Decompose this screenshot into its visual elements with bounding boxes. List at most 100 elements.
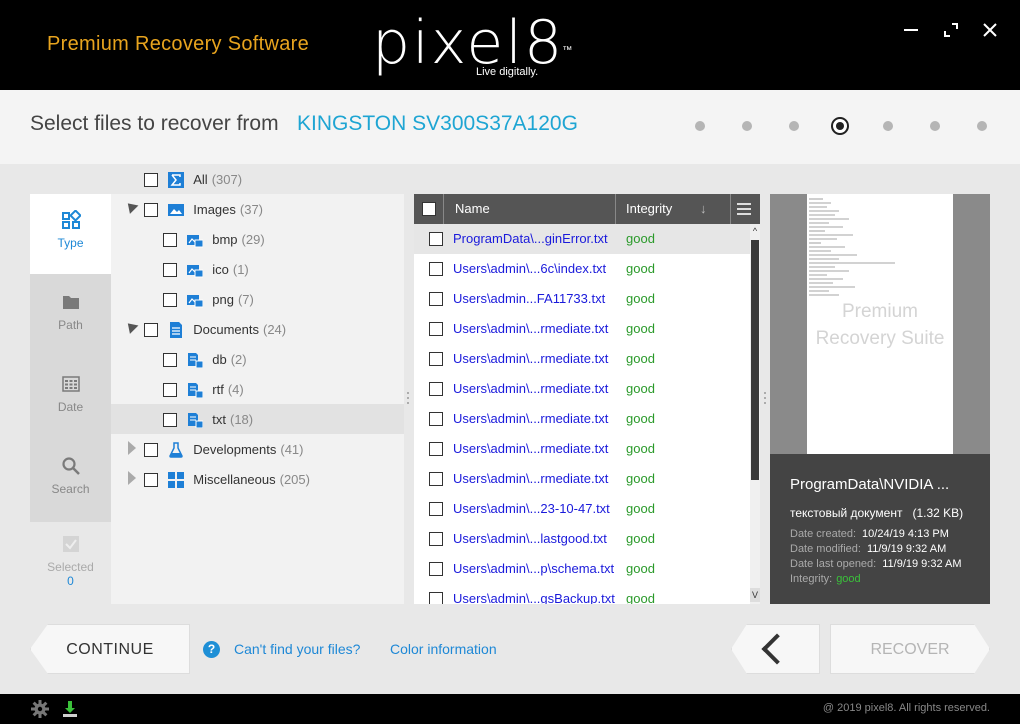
- minimize-button[interactable]: [900, 20, 922, 42]
- file-checkbox[interactable]: [429, 562, 443, 576]
- file-row[interactable]: Users\admin\...rmediate.txt good: [414, 464, 750, 494]
- step-indicator-7: [977, 121, 987, 131]
- file-checkbox[interactable]: [429, 472, 443, 486]
- checkbox-bmp[interactable]: [163, 232, 177, 247]
- tree-count: (1): [232, 261, 249, 277]
- recover-button[interactable]: RECOVER: [830, 624, 990, 674]
- file-checkbox[interactable]: [429, 502, 443, 516]
- close-button[interactable]: [979, 20, 1001, 42]
- file-row[interactable]: Users\admin\...p\schema.txt good: [414, 554, 750, 584]
- checkbox-all[interactable]: [144, 172, 158, 187]
- preview-filename: ProgramData\NVIDIA ...: [790, 476, 950, 493]
- tree-label: txt: [212, 411, 226, 427]
- tree-item-db[interactable]: db (2): [163, 344, 247, 374]
- expand-misc-toggle[interactable]: [128, 471, 136, 485]
- scroll-up-button[interactable]: ^: [750, 224, 760, 238]
- checkbox-db[interactable]: [163, 352, 177, 367]
- meta-label: Date modified:: [790, 543, 861, 555]
- checkbox-rtf[interactable]: [163, 382, 177, 397]
- file-checkbox[interactable]: [429, 532, 443, 546]
- file-name[interactable]: Users\admin\...rmediate.txt: [453, 374, 608, 404]
- file-row[interactable]: ProgramData\...ginError.txt good: [414, 224, 750, 254]
- file-name[interactable]: Users\admin\...rmediate.txt: [453, 404, 608, 434]
- gear-icon[interactable]: [31, 700, 49, 718]
- file-name[interactable]: Users\admin\...23-10-47.txt: [453, 494, 610, 524]
- checkbox-png[interactable]: [163, 292, 177, 307]
- column-header-integrity[interactable]: Integrity: [626, 194, 672, 224]
- tree-item-miscellaneous[interactable]: Miscellaneous (205): [144, 464, 310, 494]
- file-row[interactable]: Users\admin\...gsBackup.txt good: [414, 584, 750, 604]
- maximize-button[interactable]: [940, 20, 962, 42]
- file-checkbox[interactable]: [429, 382, 443, 396]
- checkbox-miscellaneous[interactable]: [144, 472, 158, 487]
- file-checkbox[interactable]: [429, 442, 443, 456]
- checkbox-ico[interactable]: [163, 262, 177, 277]
- nav-date[interactable]: Date: [30, 358, 111, 438]
- file-name[interactable]: Users\admin\...lastgood.txt: [453, 524, 607, 554]
- expand-developments-toggle[interactable]: [128, 441, 136, 455]
- file-name[interactable]: Users\admin\...rmediate.txt: [453, 464, 608, 494]
- file-row[interactable]: Users\admin\...6c\index.txt good: [414, 254, 750, 284]
- file-checkbox[interactable]: [429, 322, 443, 336]
- file-row[interactable]: Users\admin\...rmediate.txt good: [414, 434, 750, 464]
- nav-search[interactable]: Search: [30, 440, 111, 520]
- tree-item-documents[interactable]: Documents (24): [144, 314, 286, 344]
- tree-item-developments[interactable]: Developments (41): [144, 434, 303, 464]
- checkbox-documents[interactable]: [144, 322, 158, 337]
- file-row[interactable]: Users\admin\...rmediate.txt good: [414, 314, 750, 344]
- cant-find-files-link[interactable]: Can't find your files?: [234, 641, 360, 657]
- file-checkbox[interactable]: [429, 262, 443, 276]
- file-row[interactable]: Users\admin\...rmediate.txt good: [414, 374, 750, 404]
- type-icon: [61, 210, 81, 229]
- tree-count: (2): [230, 351, 247, 367]
- file-name[interactable]: ProgramData\...ginError.txt: [453, 224, 608, 254]
- file-checkbox[interactable]: [429, 232, 443, 246]
- tree-item-png[interactable]: png (7): [163, 284, 254, 314]
- file-preview-panel: Premium Recovery Suite ProgramData\NVIDIA…: [770, 194, 990, 604]
- tree-item-rtf[interactable]: rtf (4): [163, 374, 244, 404]
- file-row[interactable]: Users\admin\...rmediate.txt good: [414, 344, 750, 374]
- file-checkbox[interactable]: [429, 352, 443, 366]
- file-name[interactable]: Users\admin\...rmediate.txt: [453, 314, 608, 344]
- column-header-name[interactable]: Name: [455, 194, 490, 224]
- file-name[interactable]: Users\admin\...p\schema.txt: [453, 554, 614, 584]
- file-name[interactable]: Users\admin\...rmediate.txt: [453, 434, 608, 464]
- tree-item-all[interactable]: All (307): [144, 164, 242, 194]
- file-checkbox[interactable]: [429, 412, 443, 426]
- scrollbar-thumb[interactable]: [751, 240, 759, 480]
- file-name[interactable]: Users\admin\...6c\index.txt: [453, 254, 606, 284]
- column-menu-icon[interactable]: [737, 203, 751, 215]
- file-row[interactable]: Users\admin...FA11733.txt good: [414, 284, 750, 314]
- tree-splitter-handle[interactable]: [406, 390, 410, 406]
- select-all-checkbox[interactable]: [422, 202, 436, 216]
- tree-item-images[interactable]: Images (37): [144, 194, 263, 224]
- help-icon[interactable]: ?: [203, 641, 220, 658]
- nav-path[interactable]: Path: [30, 276, 111, 356]
- file-name[interactable]: Users\admin\...rmediate.txt: [453, 344, 608, 374]
- preview-splitter-handle[interactable]: [763, 390, 767, 406]
- nav-type[interactable]: Type: [30, 194, 111, 274]
- tree-label: Documents: [193, 321, 259, 337]
- file-list-scrollbar[interactable]: ^ V: [750, 224, 760, 604]
- file-row[interactable]: Users\admin\...lastgood.txt good: [414, 524, 750, 554]
- tree-item-txt[interactable]: txt (18): [111, 404, 404, 434]
- file-name[interactable]: Users\admin...FA11733.txt: [453, 284, 605, 314]
- meta-value: 11/9/19 9:32 AM: [866, 543, 947, 555]
- download-icon[interactable]: [61, 700, 79, 718]
- tree-item-bmp[interactable]: bmp (29): [163, 224, 265, 254]
- file-row[interactable]: Users\admin\...rmediate.txt good: [414, 404, 750, 434]
- file-checkbox[interactable]: [429, 592, 443, 604]
- checkbox-txt[interactable]: [163, 412, 177, 427]
- color-information-link[interactable]: Color information: [390, 641, 497, 657]
- checkbox-images[interactable]: [144, 202, 158, 217]
- back-button[interactable]: [731, 624, 820, 674]
- checkbox-developments[interactable]: [144, 442, 158, 457]
- file-name[interactable]: Users\admin\...gsBackup.txt: [453, 584, 615, 604]
- tree-label: rtf: [212, 381, 224, 397]
- continue-button[interactable]: CONTINUE: [30, 624, 190, 674]
- file-checkbox[interactable]: [429, 292, 443, 306]
- sort-arrow-icon[interactable]: ↓: [700, 194, 707, 224]
- file-row[interactable]: Users\admin\...23-10-47.txt good: [414, 494, 750, 524]
- tree-item-ico[interactable]: ico (1): [163, 254, 249, 284]
- scroll-down-button[interactable]: V: [750, 588, 760, 602]
